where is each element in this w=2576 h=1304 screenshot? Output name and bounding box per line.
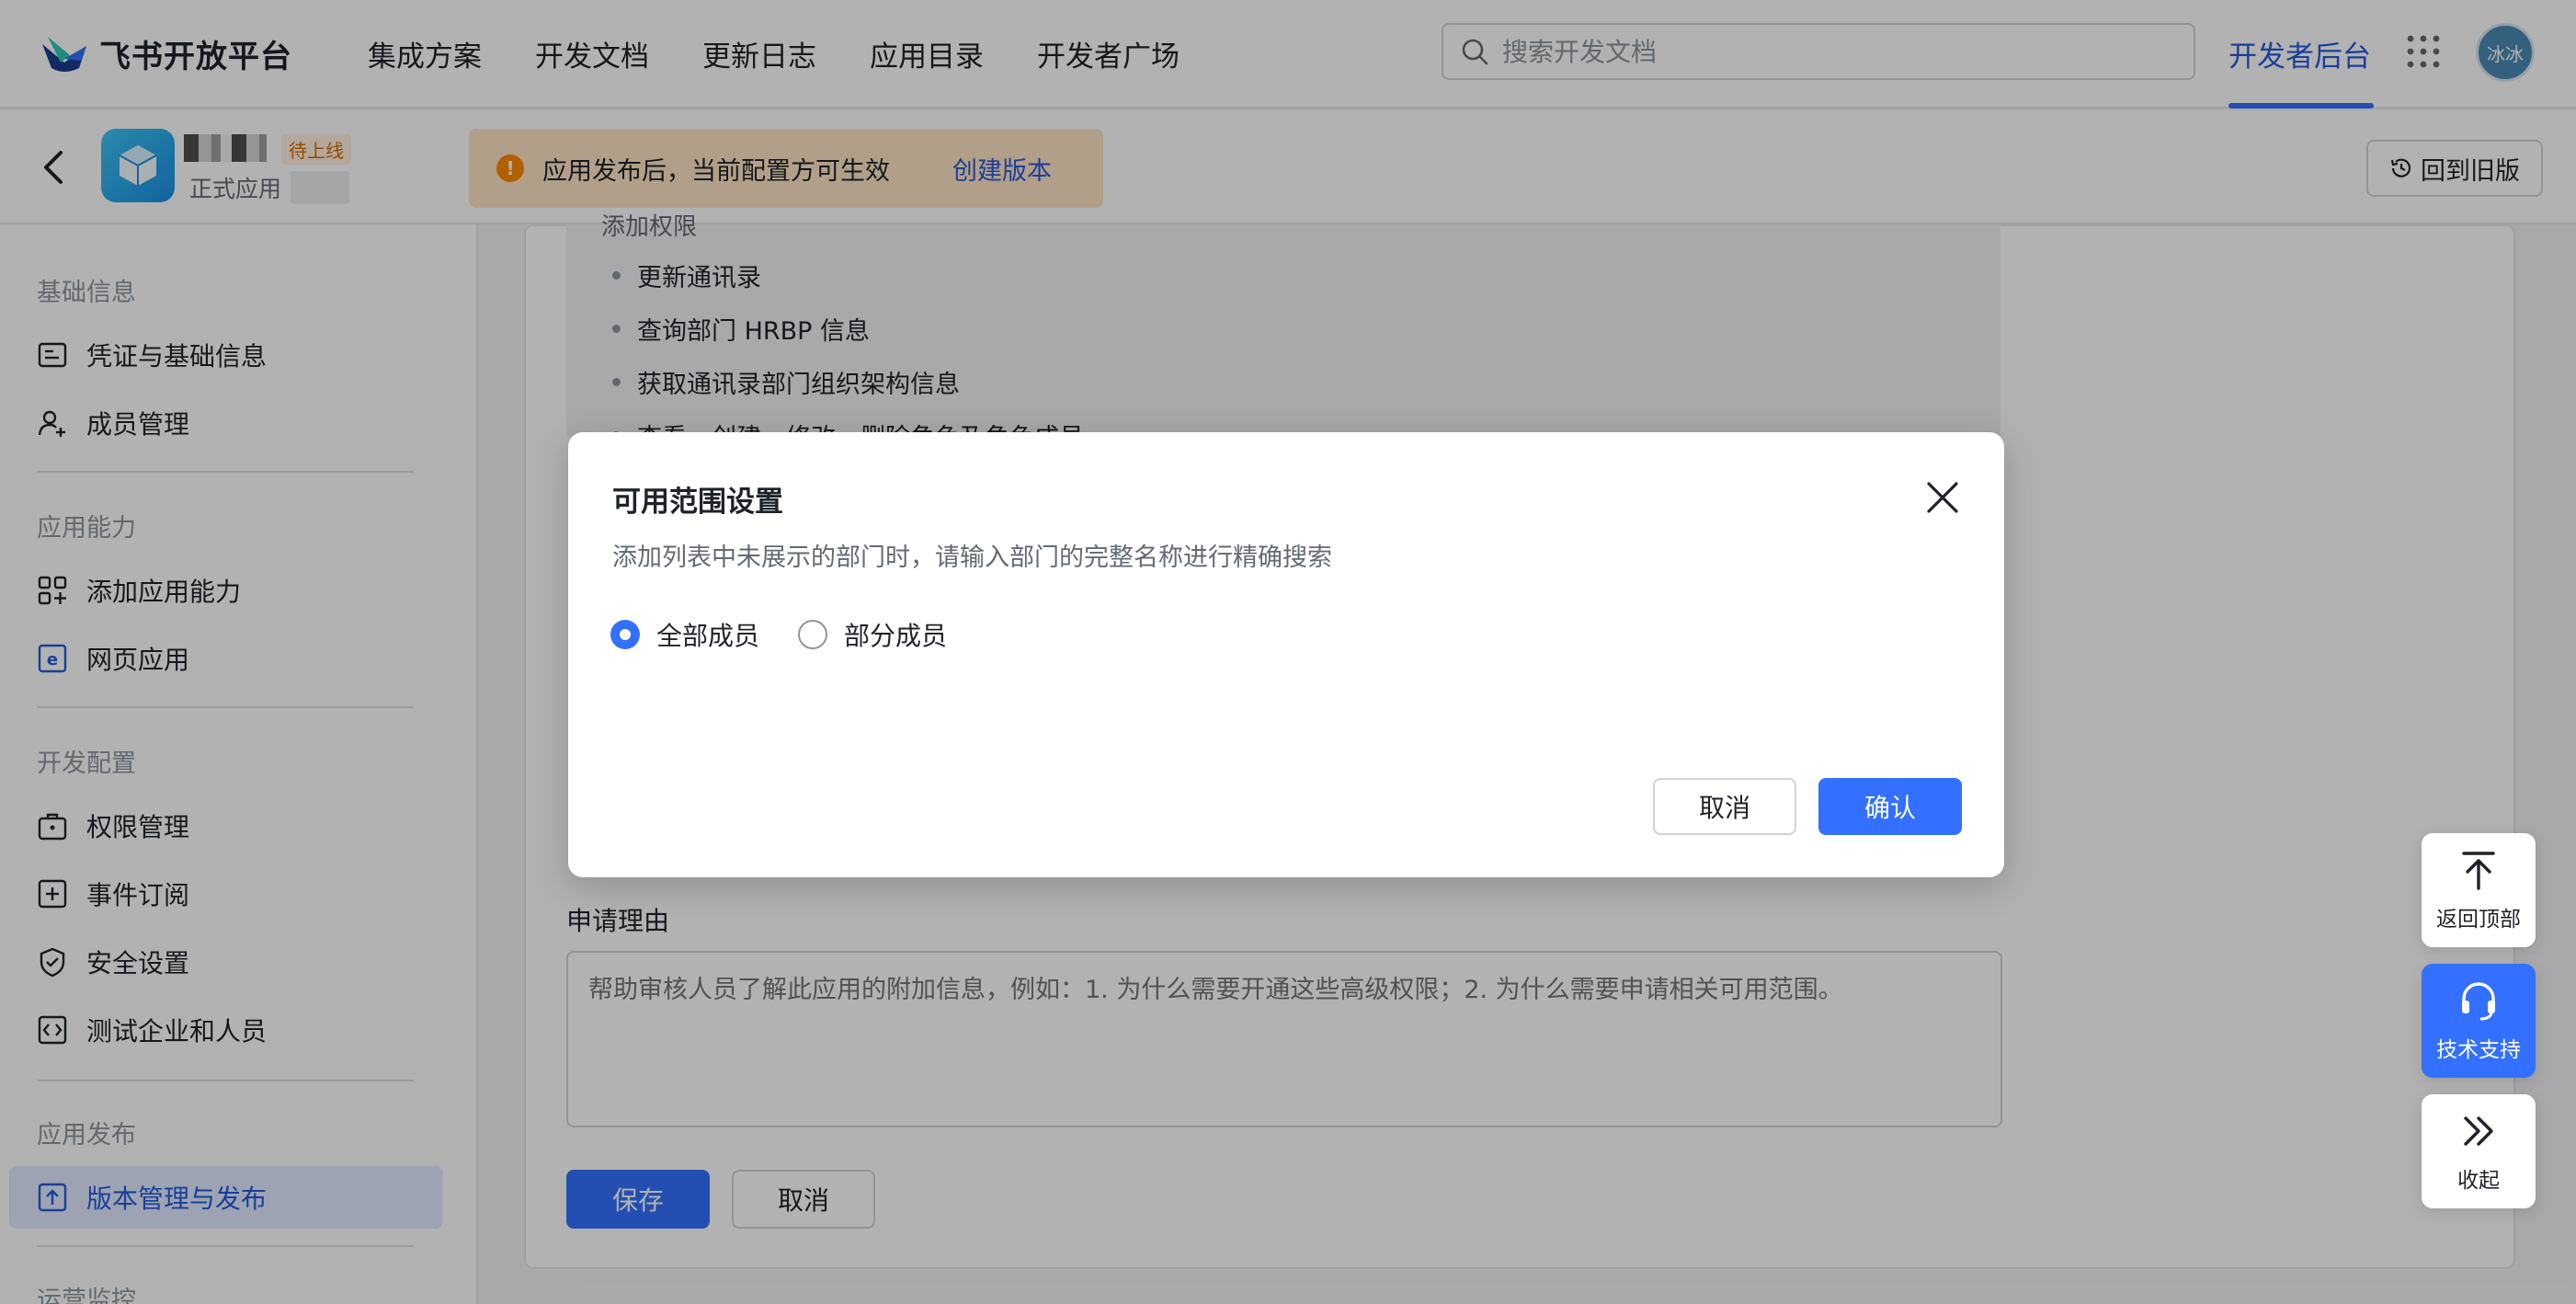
- back-to-top-button[interactable]: 返回顶部: [2422, 833, 2536, 947]
- modal-confirm-button[interactable]: 确认: [1818, 778, 1962, 835]
- modal-title: 可用范围设置: [612, 486, 783, 519]
- tech-support-label: 技术支持: [2436, 1038, 2521, 1062]
- collapse-button[interactable]: 收起: [2422, 1094, 2536, 1208]
- radio-label: 部分成员: [844, 621, 948, 651]
- radio-label: 全部成员: [656, 621, 760, 651]
- tech-support-button[interactable]: 技术支持: [2422, 964, 2536, 1078]
- radio-all-members[interactable]: 全部成员: [610, 616, 759, 653]
- modal-cancel-button[interactable]: 取消: [1653, 778, 1796, 835]
- radio-unchecked-icon: [798, 620, 827, 649]
- radio-checked-icon: [610, 620, 640, 649]
- radio-partial-members[interactable]: 部分成员: [798, 616, 947, 653]
- close-icon[interactable]: [1921, 476, 1964, 519]
- collapse-label: 收起: [2457, 1169, 2500, 1193]
- double-chevron-right-icon: [2464, 1116, 2493, 1146]
- modal-description: 添加列表中未展示的部门时，请输入部门的完整名称进行精确搜索: [612, 543, 1332, 572]
- arrow-top-icon: [2462, 852, 2495, 890]
- headset-icon: [2462, 982, 2495, 1021]
- back-to-top-label: 返回顶部: [2436, 908, 2521, 932]
